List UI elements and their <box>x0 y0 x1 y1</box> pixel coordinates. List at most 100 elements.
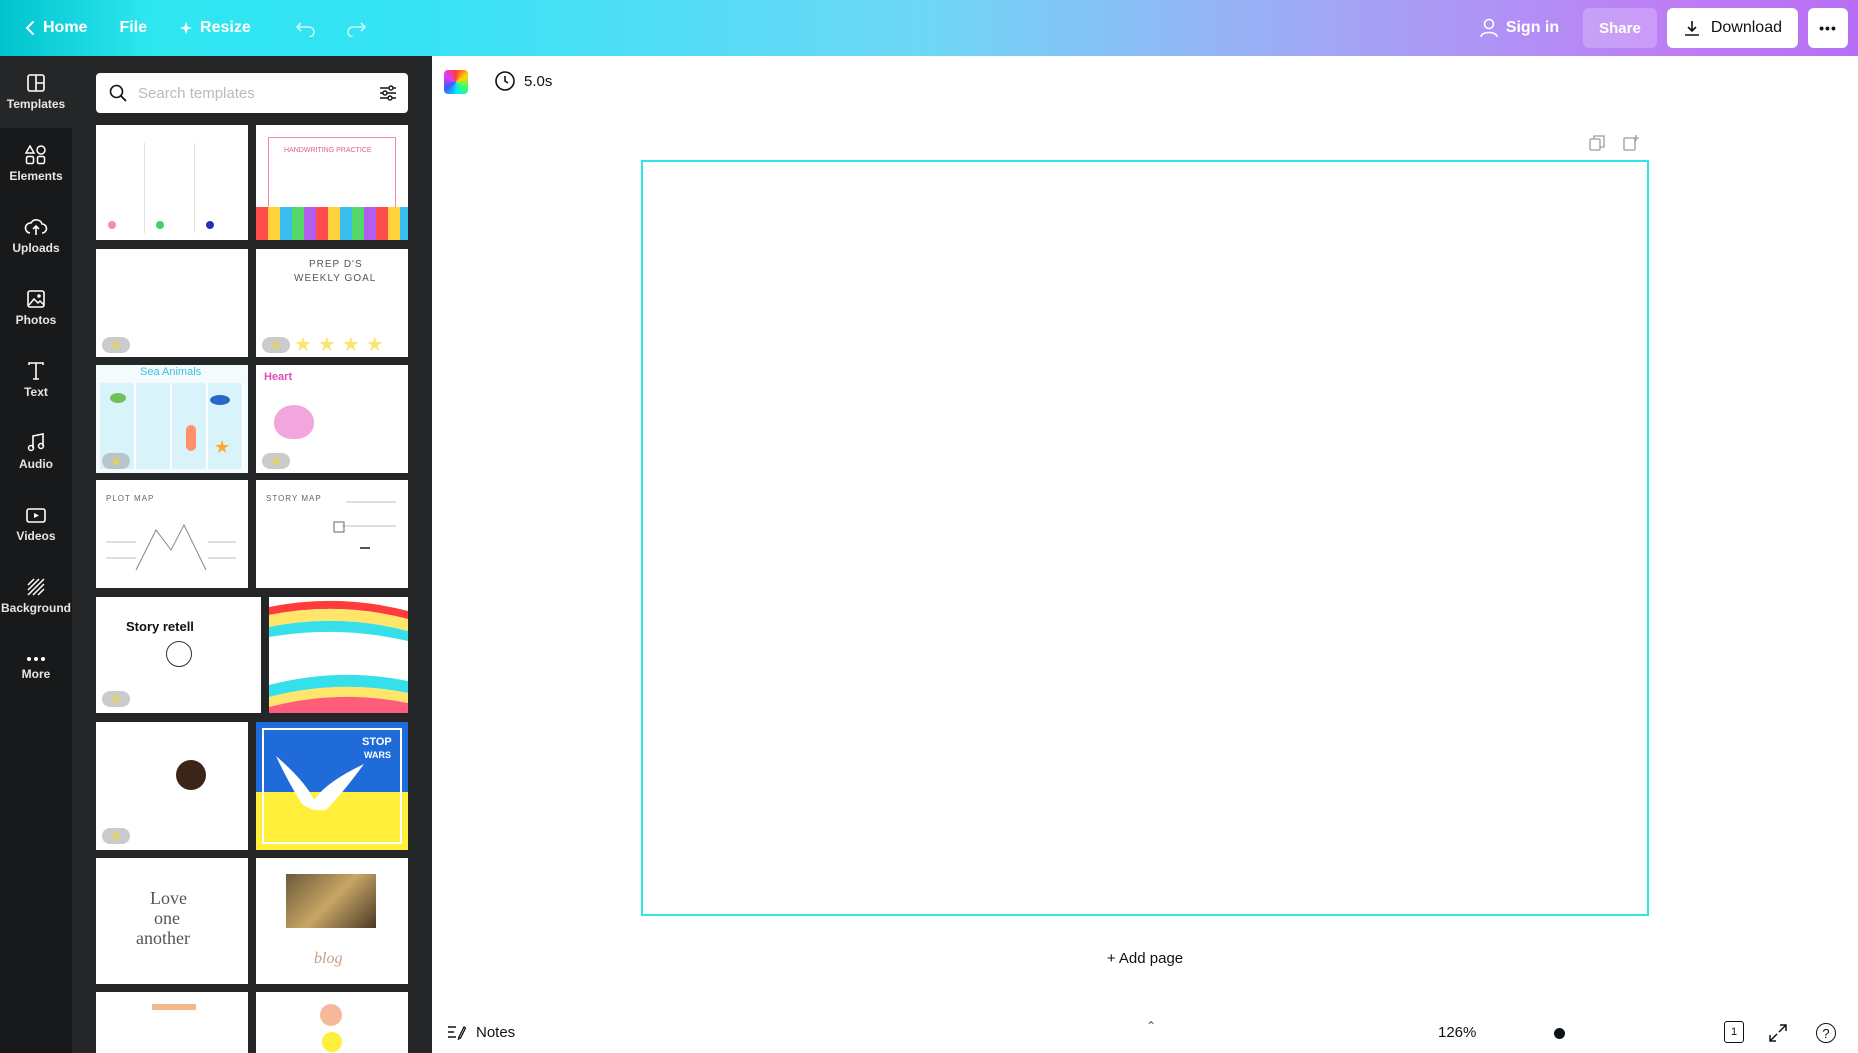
elements-icon <box>25 145 46 165</box>
sign-in-label: Sign in <box>1505 19 1560 36</box>
template-thumbnail[interactable]: PLOT MAP <box>96 480 248 588</box>
redo-icon <box>346 22 366 37</box>
more-options-button[interactable]: ••• <box>1808 8 1848 48</box>
template-search-box <box>96 73 408 113</box>
file-button[interactable]: File <box>105 8 161 48</box>
template-thumbnail[interactable]: Sea Animals ★ ♛ <box>96 365 248 473</box>
download-button[interactable]: Download <box>1666 8 1798 48</box>
resize-label: Resize <box>200 19 251 36</box>
notes-label: Notes <box>476 1023 516 1041</box>
rail-item-uploads[interactable]: Uploads <box>0 200 72 272</box>
rail-item-text[interactable]: Text <box>0 344 72 416</box>
duration-value: 5.0s <box>524 72 553 90</box>
design-canvas[interactable] <box>641 160 1649 916</box>
template-thumbnail[interactable]: ♛ <box>96 722 248 850</box>
template-text-line: one <box>154 908 180 928</box>
template-thumbnail[interactable] <box>256 992 408 1053</box>
rail-item-elements[interactable]: Elements <box>0 128 72 200</box>
fullscreen-icon[interactable] <box>1768 1023 1788 1043</box>
premium-badge: ♛ <box>262 337 290 353</box>
template-thumbnail[interactable]: STOP WARS <box>256 722 408 850</box>
add-page-label: + Add page <box>1106 950 1184 967</box>
editor-area: 5.0s + Add page Notes ⌃ 126% 1 ? <box>432 56 1858 1053</box>
template-thumbnail[interactable] <box>269 597 408 713</box>
duplicate-page-icon[interactable] <box>1588 134 1606 152</box>
premium-badge: ♛ <box>102 453 130 469</box>
rail-item-photos[interactable]: Photos <box>0 272 72 344</box>
color-picker-button[interactable] <box>444 70 468 94</box>
rail-item-templates[interactable]: Templates <box>0 56 72 128</box>
template-search-input[interactable] <box>138 81 358 105</box>
notes-button[interactable]: Notes <box>446 1023 515 1041</box>
share-button[interactable]: Share <box>1583 8 1657 48</box>
rail-item-background[interactable]: Background <box>0 560 72 632</box>
help-button[interactable]: ? <box>1816 1023 1836 1043</box>
template-title: PREP D'S <box>309 259 363 270</box>
template-thumbnail[interactable]: PREP D'S WEEKLY GOAL ♛ ★★★★ <box>256 249 408 357</box>
template-thumbnail[interactable]: blog <box>256 858 408 984</box>
template-thumbnail[interactable] <box>96 992 248 1053</box>
undo-button[interactable] <box>281 8 331 48</box>
rail-label-templates: Templates <box>6 97 66 111</box>
download-icon <box>1684 21 1699 36</box>
context-toolbar: 5.0s <box>432 56 1858 104</box>
expand-pages-button[interactable]: ⌃ <box>1146 1019 1156 1033</box>
home-button[interactable]: Home <box>10 8 101 48</box>
rail-item-more[interactable]: More <box>0 632 72 704</box>
top-bar: Home File Resize Sign in Share Download … <box>0 0 1858 56</box>
help-icon: ? <box>1822 1025 1830 1041</box>
sparkle-crown-icon <box>180 22 193 34</box>
resize-button[interactable]: Resize <box>165 8 265 48</box>
premium-badge: ♛ <box>102 691 130 707</box>
sign-in-button[interactable]: Sign in <box>1466 8 1573 48</box>
template-title: Sea Animals <box>140 366 202 378</box>
search-icon <box>109 84 127 102</box>
more-icon <box>27 657 45 661</box>
duration-button[interactable]: 5.0s <box>494 70 552 92</box>
rail-label-uploads: Uploads <box>12 241 60 255</box>
template-thumbnail[interactable]: Story retell ♛ <box>96 597 261 713</box>
add-page-button[interactable]: + Add page <box>432 950 1858 967</box>
template-thumbnail[interactable]: STORY MAP <box>256 480 408 588</box>
add-page-icon[interactable] <box>1622 134 1640 152</box>
template-text-line: Love <box>150 888 187 908</box>
home-label: Home <box>43 19 88 36</box>
background-icon <box>27 578 45 596</box>
template-text-line: another <box>136 928 190 948</box>
page-count-button[interactable]: 1 <box>1724 1021 1744 1043</box>
clock-icon <box>495 71 515 91</box>
template-thumbnail[interactable]: Heart ♛ <box>256 365 408 473</box>
text-icon <box>28 362 44 380</box>
filter-icon[interactable] <box>378 83 398 103</box>
template-title: Story retell <box>126 619 194 634</box>
templates-panel: HANDWRITING PRACTICE ♛ PREP D'S WEEKLY G… <box>72 56 432 1053</box>
rail-label-text: Text <box>24 385 48 399</box>
zoom-slider-handle[interactable] <box>1554 1028 1565 1039</box>
chevron-up-icon: ⌃ <box>1146 1019 1157 1033</box>
page-count: 1 <box>1730 1026 1738 1038</box>
user-icon <box>1480 18 1498 38</box>
template-thumbnail[interactable]: Love one another <box>96 858 248 984</box>
template-title: HANDWRITING PRACTICE <box>284 147 372 154</box>
templates-icon <box>27 74 45 92</box>
videos-icon <box>26 508 46 523</box>
template-thumbnail[interactable]: HANDWRITING PRACTICE <box>256 125 408 240</box>
wave-background <box>269 600 408 713</box>
photos-icon <box>27 290 45 308</box>
bottom-bar: Notes ⌃ 126% 1 ? <box>432 1013 1858 1053</box>
template-title: WEEKLY GOAL <box>294 273 377 284</box>
rail-item-videos[interactable]: Videos <box>0 488 72 560</box>
uploads-icon <box>24 219 48 235</box>
zoom-level[interactable]: 126% <box>1438 1024 1476 1041</box>
more-options-label: ••• <box>1819 20 1837 36</box>
template-thumbnail[interactable] <box>96 125 248 240</box>
redo-button[interactable] <box>331 8 381 48</box>
page-tools <box>1588 134 1640 152</box>
rail-item-audio[interactable]: Audio <box>0 416 72 488</box>
template-title: Heart <box>264 371 293 383</box>
template-thumbnail[interactable]: ♛ <box>96 249 248 357</box>
dove-icon <box>276 756 364 811</box>
audio-icon <box>27 433 45 452</box>
side-navigation: Templates Elements Uploads Photos Text A… <box>0 56 72 1053</box>
premium-badge: ♛ <box>102 337 130 353</box>
